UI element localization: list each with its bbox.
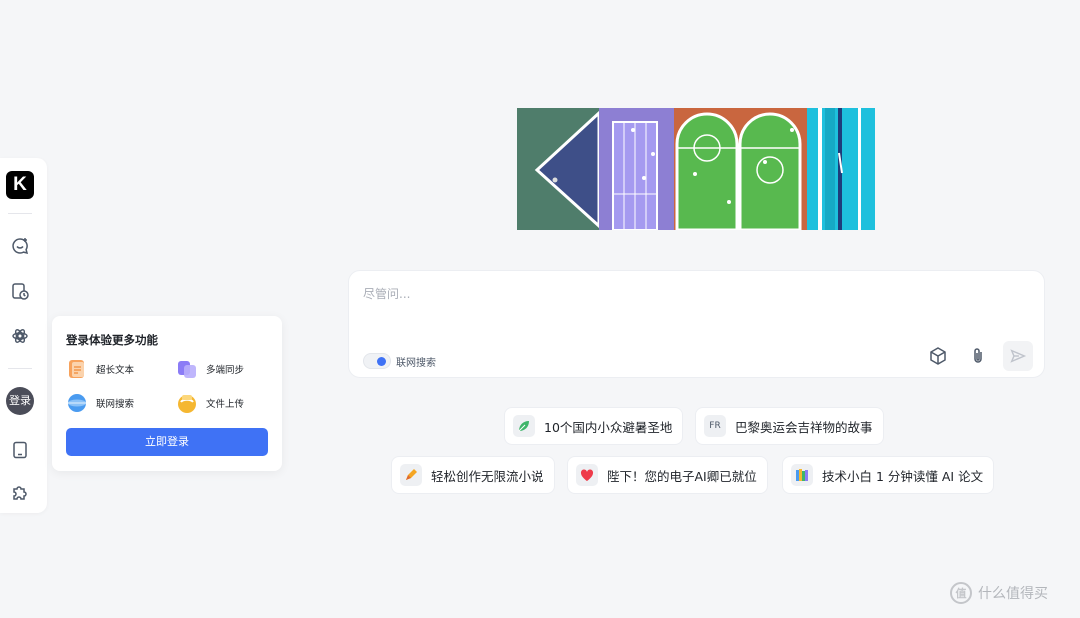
- feature-label: 超长文本: [96, 365, 135, 376]
- login-popover: 登录体验更多功能 超长文本 多端同步 联网搜索 文件上传 立即登录: [52, 316, 282, 471]
- sidebar: K 登录: [0, 158, 47, 513]
- history-icon[interactable]: [8, 279, 32, 303]
- fr-badge-icon: FR: [704, 415, 726, 437]
- suggestion-label: 轻松创作无限流小说: [431, 468, 544, 484]
- suggestion-label: 10个国内小众避暑圣地: [544, 419, 673, 435]
- login-now-button[interactable]: 立即登录: [66, 428, 268, 456]
- feature-label: 联网搜索: [96, 399, 135, 410]
- feature-file-upload: 文件上传: [176, 392, 244, 414]
- watermark-logo: 值: [950, 582, 972, 604]
- send-icon: [1010, 349, 1027, 363]
- suggestion-chip[interactable]: 陛下！您的电子AI卿已就位: [567, 456, 768, 494]
- plugin-icon[interactable]: [8, 480, 32, 504]
- watermark: 值 什么值得买: [950, 582, 1048, 604]
- feature-long-text: 超长文本: [66, 358, 134, 380]
- leaf-icon: [513, 415, 535, 437]
- kimi-logo[interactable]: K: [6, 171, 34, 199]
- watermark-text: 什么值得买: [978, 586, 1048, 602]
- suggestion-chip[interactable]: 轻松创作无限流小说: [391, 456, 555, 494]
- sidebar-divider: [8, 213, 32, 214]
- chat-input-box: 联网搜索: [348, 270, 1045, 378]
- new-chat-icon[interactable]: [8, 234, 32, 258]
- suggestion-chip[interactable]: 技术小白 1 分钟读懂 AI 论文: [782, 456, 995, 494]
- web-search-icon: [68, 394, 86, 412]
- books-icon: [791, 464, 813, 486]
- suggestion-chip[interactable]: 10个国内小众避暑圣地: [504, 407, 684, 445]
- web-search-toggle[interactable]: 联网搜索: [363, 353, 436, 369]
- file-upload-icon: [178, 395, 196, 413]
- web-search-label: 联网搜索: [396, 357, 436, 369]
- feature-label: 多端同步: [206, 365, 245, 376]
- toggle-switch[interactable]: [363, 353, 391, 369]
- feature-web-search: 联网搜索: [66, 392, 134, 414]
- pen-icon: [400, 464, 422, 486]
- suggestion-label: 陛下！您的电子AI卿已就位: [607, 468, 757, 484]
- popover-title: 登录体验更多功能: [66, 333, 158, 347]
- attachment-icon[interactable]: [963, 341, 993, 371]
- cube-icon[interactable]: [923, 341, 953, 371]
- chat-input[interactable]: [363, 285, 1023, 335]
- suggestion-label: 巴黎奥运会吉祥物的故事: [735, 419, 873, 435]
- login-avatar[interactable]: 登录: [6, 387, 34, 415]
- sync-icon: [178, 361, 196, 378]
- suggestion-label: 技术小白 1 分钟读懂 AI 论文: [822, 468, 984, 484]
- olympic-doodle-banner: [517, 108, 875, 230]
- suggestion-chip[interactable]: FR 巴黎奥运会吉祥物的故事: [695, 407, 884, 445]
- heart-icon: [576, 464, 598, 486]
- sidebar-divider: [8, 368, 32, 369]
- long-text-icon: [69, 360, 84, 378]
- discover-icon[interactable]: [8, 324, 32, 348]
- feature-sync: 多端同步: [176, 358, 244, 380]
- send-button[interactable]: [1003, 341, 1033, 371]
- device-icon[interactable]: [8, 438, 32, 462]
- feature-label: 文件上传: [206, 399, 245, 410]
